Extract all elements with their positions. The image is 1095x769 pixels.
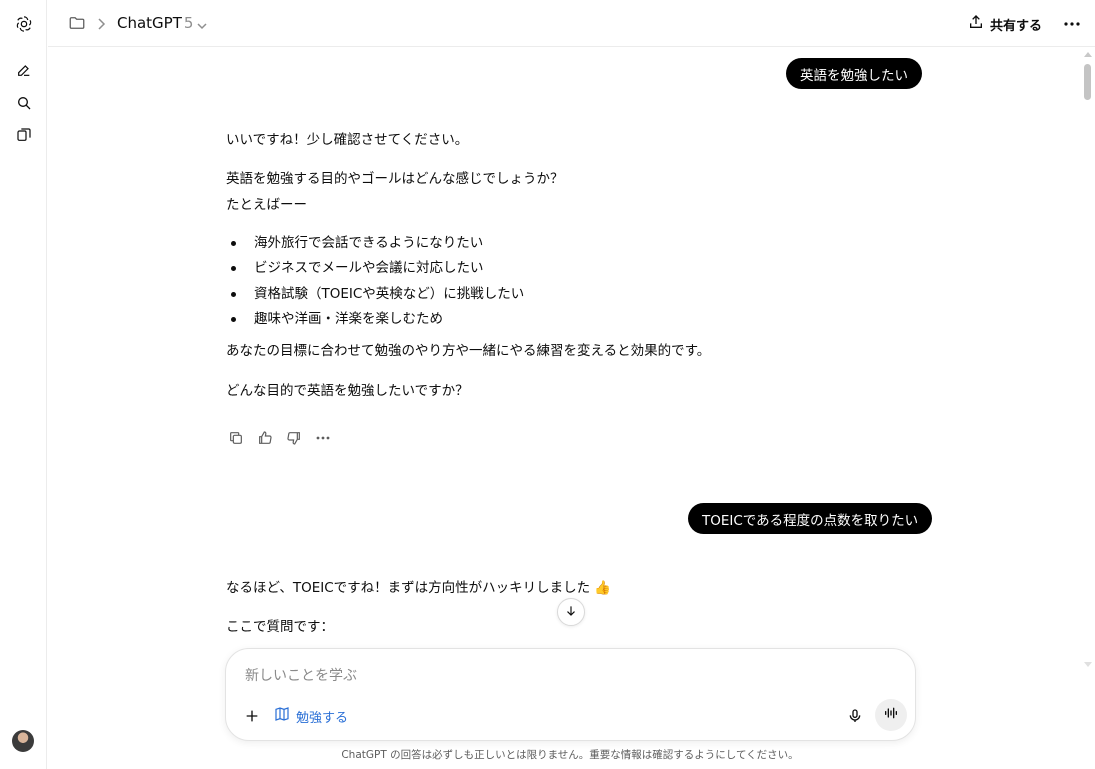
list-item: ビジネスでメールや会議に対応したい	[254, 260, 484, 276]
message-actions	[226, 428, 332, 447]
assistant-text: なるほど、TOEICですね！まずは方向性がハッキリしました 👍	[226, 580, 612, 596]
model-name: ChatGPT	[117, 14, 182, 32]
assistant-text: いいですね！少し確認させてください。	[226, 132, 469, 148]
model-version: 5	[183, 14, 194, 32]
thumbs-up-icon[interactable]	[255, 428, 274, 447]
assistant-text: たとえばーー	[226, 197, 307, 213]
microphone-icon[interactable]	[843, 704, 867, 728]
waveform-icon	[883, 705, 899, 725]
more-options-icon[interactable]	[1060, 12, 1084, 36]
scrollbar-thumb[interactable]	[1084, 64, 1091, 100]
model-selector[interactable]: ChatGPT 5	[117, 14, 193, 32]
search-icon[interactable]	[11, 90, 37, 116]
new-chat-icon[interactable]	[11, 57, 37, 83]
bullet-dot	[231, 241, 236, 246]
list-item: 趣味や洋画・洋楽を楽しむため	[254, 311, 443, 327]
study-label: 勉強する	[296, 710, 349, 726]
chevron-right-icon	[96, 16, 106, 30]
scrollbar[interactable]	[1080, 48, 1095, 675]
scroll-up-arrow-icon[interactable]	[1084, 52, 1092, 57]
chevron-down-icon[interactable]	[196, 17, 208, 30]
bullet-dot	[231, 317, 236, 322]
openai-logo-icon[interactable]	[11, 11, 37, 37]
assistant-text: あなたの目標に合わせて勉強のやり方や一緒にやる練習を変えると効果的です。	[226, 343, 711, 359]
composer: 勉強する	[225, 648, 916, 741]
voice-mode-button[interactable]	[875, 699, 907, 731]
more-options-icon[interactable]	[313, 428, 332, 447]
disclaimer: ChatGPT の回答は必ずしも正しいとは限りません。重要な情報は確認するように…	[341, 749, 799, 761]
bullet-dot	[231, 266, 236, 271]
user-message: TOEICである程度の点数を取りたい	[688, 503, 933, 534]
list-item: 資格試験（TOEICや英検など）に挑戦したい	[254, 286, 525, 302]
assistant-text: 英語を勉強する目的やゴールはどんな感じでしょうか？	[226, 171, 564, 187]
share-icon	[968, 14, 984, 34]
scroll-to-bottom-button[interactable]	[557, 598, 585, 626]
assistant-text: どんな目的で英語を勉強したいですか？	[226, 383, 469, 399]
user-message: 英語を勉強したい	[786, 58, 922, 89]
bullet-dot	[231, 292, 236, 297]
study-mode-button[interactable]: 勉強する	[274, 704, 348, 728]
share-label: 共有する	[990, 18, 1043, 34]
plus-icon[interactable]	[240, 704, 264, 728]
library-icon[interactable]	[11, 122, 37, 148]
arrow-down-icon	[564, 603, 578, 622]
prompt-input[interactable]	[245, 665, 845, 687]
scroll-down-arrow-icon[interactable]	[1084, 662, 1092, 667]
list-item: 海外旅行で会話できるようになりたい	[254, 235, 484, 251]
left-rail	[0, 0, 47, 769]
top-header: ChatGPT 5 共有する	[48, 0, 1095, 47]
folder-icon[interactable]	[68, 14, 86, 32]
assistant-text: ここで質問です：	[226, 619, 334, 635]
copy-icon[interactable]	[226, 428, 245, 447]
book-icon	[274, 706, 290, 726]
share-button[interactable]: 共有する	[968, 12, 1042, 36]
thumbs-down-icon[interactable]	[284, 428, 303, 447]
